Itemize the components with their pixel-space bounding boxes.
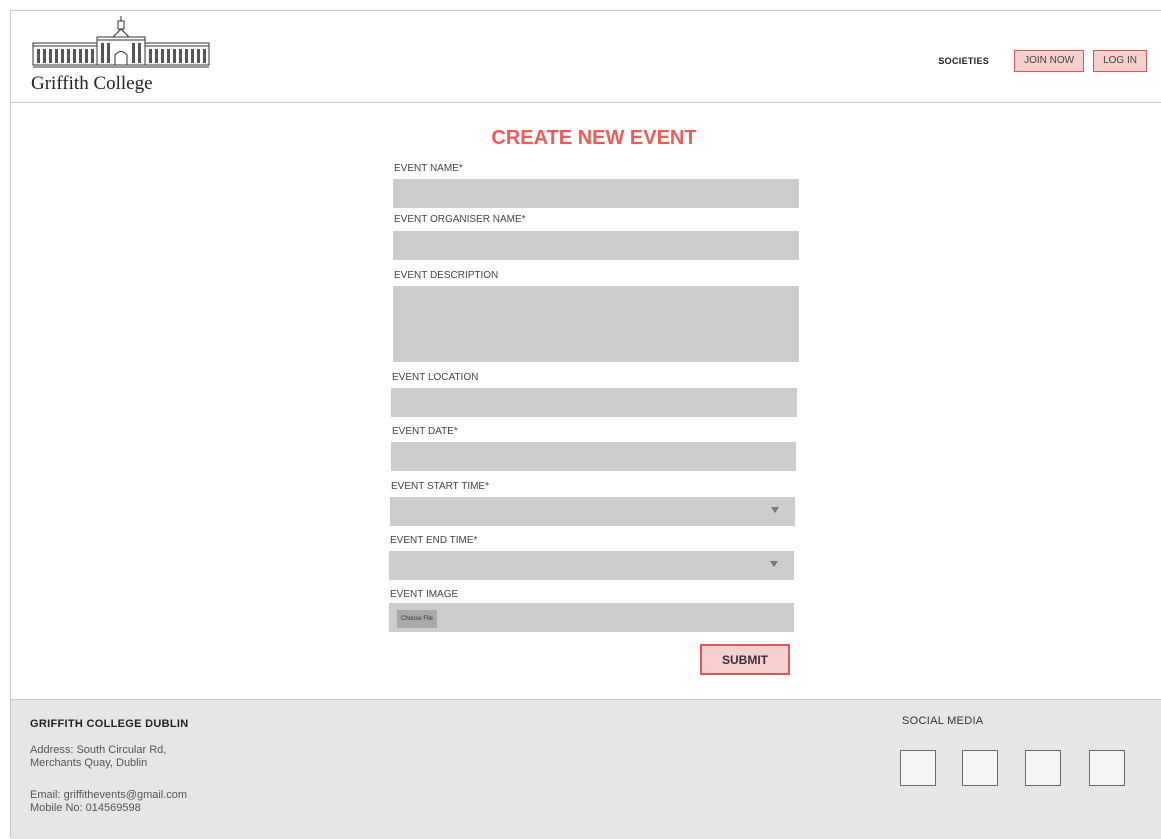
social-icon-3[interactable] [1025, 750, 1061, 786]
footer-email: Email: griffithevents@gmail.com [30, 789, 188, 801]
social-icon-2[interactable] [962, 750, 998, 786]
event-image-label: EVENT IMAGE [390, 589, 459, 600]
event-date-label: EVENT DATE* [392, 426, 458, 437]
site-header: Griffith College SOCIETIES JOIN NOW LOG … [11, 11, 1161, 103]
submit-button[interactable]: SUBMIT [700, 644, 790, 675]
event-description-textarea[interactable] [393, 286, 799, 362]
top-nav: SOCIETIES JOIN NOW LOG IN [938, 50, 1147, 72]
event-image-file-input: Choose File [389, 603, 794, 632]
event-organiser-label: EVENT ORGANISER NAME* [394, 214, 526, 225]
event-end-time-select[interactable] [389, 551, 794, 580]
event-name-label: EVENT NAME* [394, 163, 463, 174]
chevron-down-icon [771, 507, 779, 513]
footer-college-name: GRIFFITH COLLEGE DUBLIN [30, 718, 189, 730]
footer-social-heading: SOCIAL MEDIA [902, 715, 984, 727]
event-end-time-label: EVENT END TIME* [390, 535, 478, 546]
event-organiser-input[interactable] [393, 231, 799, 260]
event-start-time-select[interactable] [390, 497, 795, 526]
join-now-button[interactable]: JOIN NOW [1014, 50, 1085, 72]
footer-address-line2: Merchants Quay, Dublin [30, 757, 148, 769]
event-start-time-label: EVENT START TIME* [391, 481, 489, 492]
choose-file-button[interactable]: Choose File [397, 610, 438, 628]
footer-address-line1: Address: South Circular Rd, [30, 744, 167, 756]
social-icon-4[interactable] [1089, 750, 1125, 786]
social-icon-1[interactable] [900, 750, 936, 786]
footer-mobile: Mobile No: 014569598 [30, 802, 141, 814]
event-location-input[interactable] [391, 388, 797, 417]
event-date-input[interactable] [391, 442, 796, 471]
nav-link-societies[interactable]: SOCIETIES [938, 56, 989, 66]
event-name-input[interactable] [393, 179, 799, 208]
page-title: CREATE NEW EVENT [491, 127, 697, 149]
event-location-label: EVENT LOCATION [392, 372, 479, 383]
chevron-down-icon [770, 561, 778, 567]
log-in-button[interactable]: LOG IN [1093, 50, 1147, 72]
event-description-label: EVENT DESCRIPTION [394, 270, 499, 281]
logo-text: Griffith College [31, 73, 153, 94]
